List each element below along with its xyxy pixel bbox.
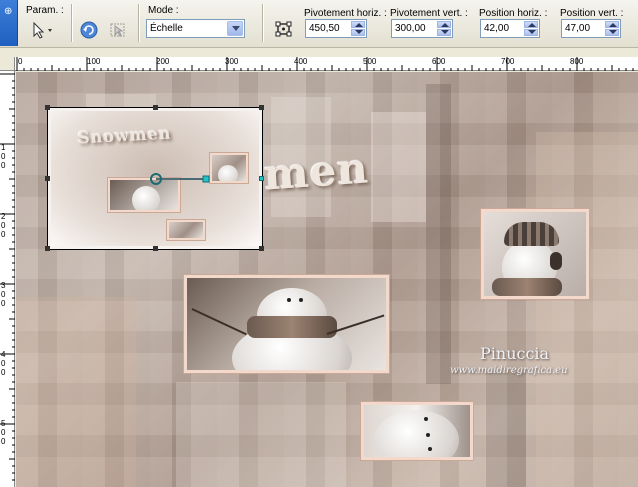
snowman-body <box>374 410 459 457</box>
arrow-up-icon <box>609 23 617 27</box>
position-vert-value: 47,00 <box>565 23 591 34</box>
ruler-h-label: 200 <box>156 57 170 66</box>
arrow-up-icon <box>528 23 536 27</box>
toolbar-separator <box>262 4 264 42</box>
position-horiz-field[interactable]: 42,00 <box>480 19 540 38</box>
reset-icon <box>80 21 98 39</box>
arrow-down-icon <box>355 30 363 34</box>
mode-select[interactable]: Échelle <box>146 19 245 38</box>
photo-snowman-buttons <box>361 402 473 460</box>
ruler-v-label: 1 0 0 <box>1 143 6 170</box>
position-vert-stepper[interactable] <box>605 21 619 36</box>
photo-snowman-scarf <box>184 275 389 373</box>
pivot-horiz-value: 450,50 <box>309 23 340 34</box>
bg-tree-trunk <box>426 84 451 384</box>
branch-arm <box>191 308 247 336</box>
position-vert-label: Position vert. : <box>560 8 624 19</box>
mode-dropdown-button[interactable] <box>227 21 243 36</box>
transform-icon <box>110 23 125 37</box>
pivot-vert-value: 300,00 <box>395 23 426 34</box>
position-horiz-stepper[interactable] <box>524 21 538 36</box>
arrow-down-icon <box>609 30 617 34</box>
ruler-v-label: 3 0 0 <box>1 281 6 308</box>
position-horiz-label: Position horiz. : <box>479 8 548 19</box>
ruler-h-label: 600 <box>432 57 446 66</box>
rotation-handle-icon[interactable] <box>48 108 264 251</box>
param-label: Param. : <box>26 5 64 16</box>
ruler-h-label: 300 <box>225 57 239 66</box>
snowman-eye <box>287 298 291 302</box>
pivot-point-button[interactable] <box>272 18 294 38</box>
tool-options-toolbar: ⊕ Param. : Mode : Échelle Pivotement hor… <box>0 0 638 48</box>
ruler-v-label: 2 0 0 <box>1 212 6 239</box>
vertical-ruler[interactable]: 1 0 0 2 0 0 3 0 0 4 0 0 5 0 0 <box>0 71 15 487</box>
knit-hat <box>504 222 559 246</box>
arrow-down-icon <box>441 30 449 34</box>
horizontal-ruler[interactable]: 0 100 200 300 400 500 600 700 800 <box>15 57 638 71</box>
workspace-gap <box>0 48 638 57</box>
ruler-h-label: 400 <box>294 57 308 66</box>
toolbar-separator <box>138 4 140 42</box>
signature-url: www.maidiregrafica.eu <box>450 365 568 376</box>
bg-block <box>536 132 638 487</box>
ruler-h-label: 800 <box>570 57 584 66</box>
mode-value: Échelle <box>150 23 183 34</box>
snowman-eye <box>299 298 303 302</box>
apply-transform-button[interactable] <box>106 19 128 39</box>
ear-muff <box>550 252 562 270</box>
ruler-h-ticks <box>16 57 634 71</box>
selected-layer-preview[interactable]: Snowmen <box>45 105 264 251</box>
pivot-frame-icon <box>275 21 292 37</box>
position-horiz-value: 42,00 <box>484 23 510 34</box>
ruler-v-label: 5 0 0 <box>1 419 6 446</box>
scarf <box>247 316 337 338</box>
pivot-vert-stepper[interactable] <box>437 21 451 36</box>
ruler-v-label: 4 0 0 <box>1 350 6 377</box>
pivot-vert-label: Pivotement vert. : <box>390 8 468 19</box>
pivot-horiz-field[interactable]: 450,50 <box>305 19 367 38</box>
snowman-button <box>426 433 430 437</box>
title-big-text: men <box>262 143 371 200</box>
arrow-down-icon <box>528 30 536 34</box>
arrow-up-icon <box>441 23 449 27</box>
signature-name: Pinuccia <box>480 344 550 363</box>
pivot-horiz-stepper[interactable] <box>351 21 365 36</box>
bg-tree-trunk <box>486 372 526 487</box>
ruler-h-label: 700 <box>501 57 515 66</box>
bg-block <box>176 382 346 487</box>
pivot-horiz-label: Pivotement horiz. : <box>304 8 387 19</box>
scarf <box>492 278 562 296</box>
chevron-down-icon <box>232 26 240 31</box>
position-vert-field[interactable]: 47,00 <box>561 19 621 38</box>
pivot-vert-field[interactable]: 300,00 <box>391 19 453 38</box>
reset-button[interactable] <box>78 19 100 39</box>
bg-block <box>16 297 136 487</box>
ruler-h-label: 100 <box>87 57 101 66</box>
ruler-h-label: 500 <box>363 57 377 66</box>
arrow-up-icon <box>355 23 363 27</box>
ruler-h-label: 0 <box>18 57 23 66</box>
bg-block <box>371 112 426 222</box>
preset-picker-button[interactable] <box>26 19 56 39</box>
snowman-button <box>428 447 432 451</box>
pointer-preset-icon <box>33 21 52 39</box>
pin-icon: ⊕ <box>4 6 13 17</box>
mode-label: Mode : <box>148 5 179 16</box>
snowman-button <box>424 417 428 421</box>
photo-snowman-hat <box>481 209 589 299</box>
pin-toolbar-button[interactable]: ⊕ <box>0 0 18 46</box>
toolbar-separator <box>71 4 73 42</box>
image-canvas[interactable]: men Pinuccia www.maidiregrafica.eu Snowm… <box>16 72 638 487</box>
ruler-corner <box>0 57 15 71</box>
